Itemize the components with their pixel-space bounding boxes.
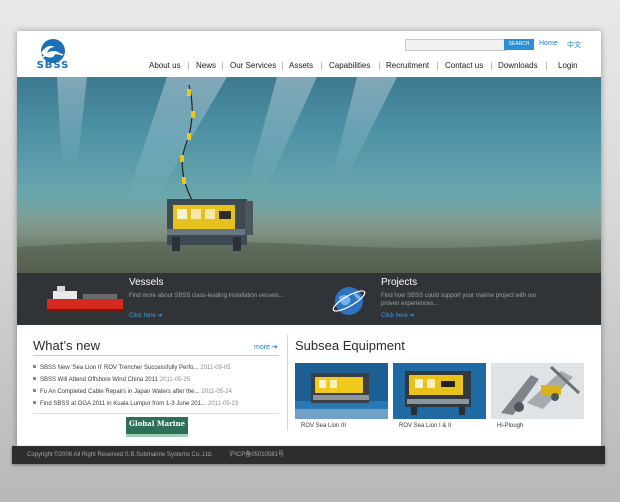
bullet-icon	[33, 401, 36, 405]
projects-description: Find how SBSS could support your marine …	[381, 293, 537, 307]
main-nav: About us News Our Services Assets Capabi…	[17, 59, 601, 73]
nav-recruitment[interactable]: Recruitment	[386, 59, 429, 73]
whats-new-heading: What’s new	[33, 338, 100, 353]
equipment-label[interactable]: ROV Sea Lion I & II	[393, 423, 486, 429]
news-item-text[interactable]: SBSS Will Attend Offshore Wind China 201…	[40, 377, 158, 383]
nav-divider	[222, 62, 223, 70]
equipment-label[interactable]: ROV Sea Lion III	[295, 423, 388, 429]
nav-news[interactable]: News	[196, 59, 216, 73]
nav-assets[interactable]: Assets	[289, 59, 313, 73]
equipment-image[interactable]	[295, 363, 388, 419]
globe-icon	[332, 287, 366, 315]
hero-rov-illustration	[17, 77, 601, 273]
equipment-card-sea-lion-3[interactable]: ROV Sea Lion III	[295, 363, 388, 429]
news-item-date: 2011-09-05	[200, 365, 231, 371]
equipment-label[interactable]: Hi-Plough	[491, 423, 584, 429]
site-header: SBSS SEARCH Home 中文 About us News Our Se…	[17, 31, 601, 77]
projects-title: Projects	[381, 277, 418, 288]
projects-feature[interactable]: Projects Find how SBSS could support you…	[307, 273, 601, 325]
vessels-title: Vessels	[129, 277, 164, 288]
nav-divider	[321, 62, 322, 70]
news-item[interactable]: Fu An Completed Cable Repairs in Japan W…	[33, 386, 283, 398]
copyright-text: Copyright ©2006 All Right Reserved S.B.S…	[27, 452, 213, 458]
bullet-icon	[33, 389, 36, 393]
news-item-date: 2011-05-25	[159, 377, 191, 383]
icp-link[interactable]: 沪ICP备05010581号	[229, 452, 284, 458]
news-item[interactable]: Find SBSS at OGA 2011 in Kuala Lumpur fr…	[33, 398, 283, 410]
projects-click-here-link[interactable]: Click here ➔	[381, 312, 414, 319]
news-item-date: 2011-05-24	[201, 389, 232, 395]
bullet-icon	[33, 365, 36, 369]
news-item-text[interactable]: SBSS New 'Sea Lion II' ROV Trencher Succ…	[40, 365, 198, 371]
home-link[interactable]: Home	[539, 40, 558, 47]
language-link[interactable]: 中文	[567, 40, 581, 50]
page-container: SBSS SEARCH Home 中文 About us News Our Se…	[17, 31, 601, 446]
vessels-description: Find more about SBSS class-leading insta…	[129, 293, 284, 299]
search-input[interactable]	[405, 39, 507, 51]
more-news-link[interactable]: more ➔	[254, 343, 278, 351]
nav-our-services[interactable]: Our Services	[230, 59, 276, 73]
nav-about-us[interactable]: About us	[149, 59, 181, 73]
nav-login[interactable]: Login	[558, 59, 578, 73]
feature-strip: Vessels Find more about SBSS class-leadi…	[17, 273, 601, 325]
site-footer: Copyright ©2006 All Right Reserved S.B.S…	[12, 446, 605, 464]
news-item-text[interactable]: Find SBSS at OGA 2011 in Kuala Lumpur fr…	[40, 401, 206, 407]
nav-divider	[437, 62, 438, 70]
news-item[interactable]: SBSS New 'Sea Lion II' ROV Trencher Succ…	[33, 362, 283, 374]
nav-divider	[491, 62, 492, 70]
hero-banner	[17, 77, 601, 273]
nav-divider	[188, 62, 189, 70]
news-bottom-divider	[33, 413, 279, 414]
nav-capabilities[interactable]: Capabilities	[329, 59, 370, 73]
news-item-text[interactable]: Fu An Completed Cable Repairs in Japan W…	[40, 389, 200, 395]
news-divider	[33, 355, 279, 356]
vessels-click-here-link[interactable]: Click here ➔	[129, 312, 162, 319]
vessel-icon	[47, 286, 123, 312]
nav-divider	[282, 62, 283, 70]
equipment-image[interactable]	[491, 363, 584, 419]
column-divider	[287, 335, 288, 431]
vessels-feature[interactable]: Vessels Find more about SBSS class-leadi…	[17, 273, 307, 325]
nav-divider	[379, 62, 380, 70]
equipment-card-hi-plough[interactable]: Hi-Plough	[491, 363, 584, 429]
nav-downloads[interactable]: Downloads	[498, 59, 538, 73]
search-button[interactable]: SEARCH	[504, 39, 534, 50]
equipment-image[interactable]	[393, 363, 486, 419]
news-list: SBSS New 'Sea Lion II' ROV Trencher Succ…	[33, 362, 283, 410]
nav-contact-us[interactable]: Contact us	[445, 59, 483, 73]
global-marine-logo[interactable]: Global Marine	[126, 417, 188, 437]
news-item-date: 2011-05-23	[207, 401, 239, 407]
bullet-icon	[33, 377, 36, 381]
subsea-equipment-heading: Subsea Equipment	[295, 338, 405, 353]
nav-divider	[546, 62, 547, 70]
equipment-card-sea-lion-1-2[interactable]: ROV Sea Lion I & II	[393, 363, 486, 429]
news-item[interactable]: SBSS Will Attend Offshore Wind China 201…	[33, 374, 283, 386]
